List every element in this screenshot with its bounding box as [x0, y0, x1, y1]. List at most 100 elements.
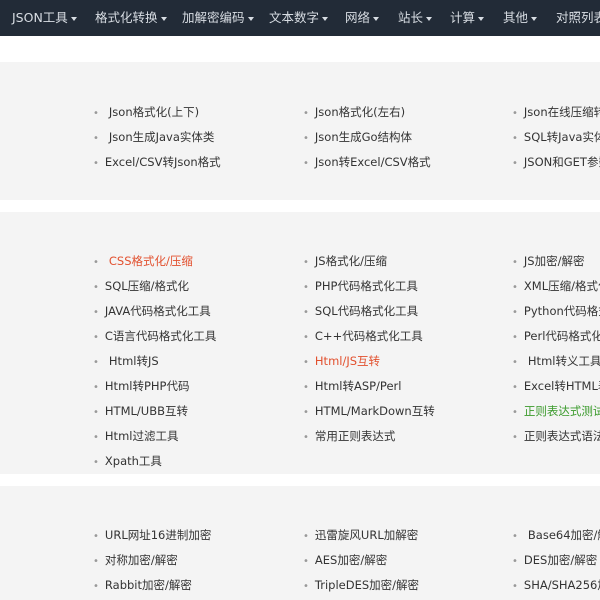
tool-link[interactable]: • JSON和GET参数 [512, 154, 600, 172]
tool-link[interactable]: • Perl代码格式化工具 [512, 328, 600, 346]
tool-link-label: HTML/UBB互转 [104, 404, 188, 418]
bullet-icon: • [93, 432, 99, 443]
bullet-icon: • [303, 407, 309, 418]
tool-link[interactable]: • SQL转Java实体类 [512, 129, 600, 147]
tool-link-label: JS加密/解密 [523, 254, 585, 268]
tool-link-label: HTML/MarkDown互转 [314, 404, 435, 418]
nav-menu-2[interactable]: 加解密编码 [182, 0, 254, 36]
tool-link[interactable]: • CSS格式化/压缩 [93, 253, 193, 271]
tool-link[interactable]: • Python代码格式化 [512, 303, 600, 321]
caret-down-icon [478, 16, 485, 21]
tool-link[interactable]: • Excel转HTML表格 [512, 378, 600, 396]
bullet-icon: • [303, 382, 309, 393]
nav-menu-0[interactable]: JSON工具 [12, 0, 77, 36]
tool-link[interactable]: • AES加密/解密 [303, 552, 387, 570]
tool-link[interactable]: • Html/JS互转 [303, 353, 380, 371]
bullet-icon: • [512, 158, 518, 169]
tool-link[interactable]: • PHP代码格式化工具 [303, 278, 418, 296]
tool-link[interactable]: • Xpath工具 [93, 453, 162, 471]
tool-link[interactable]: • HTML/MarkDown互转 [303, 403, 435, 421]
tool-link-label: Excel/CSV转Json格式 [104, 155, 221, 169]
top-navbar: JSON工具 格式化转换 加解密编码 文本数字 网络 站长 计算 其他 对照列表 [0, 0, 600, 36]
tool-link-label: SQL转Java实体类 [523, 130, 600, 144]
tool-link[interactable]: • Html转义工具 [512, 353, 600, 371]
bullet-icon: • [512, 407, 518, 418]
tool-link[interactable]: • Html转JS [93, 353, 159, 371]
bullet-icon: • [93, 407, 99, 418]
tool-link[interactable]: • C语言代码格式化工具 [93, 328, 216, 346]
tool-link[interactable]: • Json格式化(上下) [93, 104, 199, 122]
tool-link[interactable]: • Html转PHP代码 [93, 378, 189, 396]
nav-menu-3[interactable]: 文本数字 [269, 0, 329, 36]
bullet-icon: • [512, 531, 518, 542]
tool-link[interactable]: • HTML/UBB互转 [93, 403, 188, 421]
nav-menu-6[interactable]: 计算 [450, 0, 485, 36]
bullet-icon: • [512, 432, 518, 443]
tool-link[interactable]: • Html过滤工具 [93, 428, 178, 446]
tool-link-label: SQL压缩/格式化 [104, 279, 190, 293]
bullet-icon: • [93, 556, 99, 567]
bullet-icon: • [93, 133, 99, 144]
nav-menu-1[interactable]: 格式化转换 [95, 0, 167, 36]
nav-menu-8[interactable]: 对照列表 [556, 0, 600, 36]
bullet-icon: • [303, 556, 309, 567]
bullet-icon: • [93, 282, 99, 293]
bullet-icon: • [512, 282, 518, 293]
bullet-icon: • [303, 307, 309, 318]
tool-link[interactable]: • 正则表达式测试工具 [512, 403, 600, 421]
bullet-icon: • [93, 457, 99, 468]
tool-link[interactable]: • Html转ASP/Perl [303, 378, 401, 396]
tool-link[interactable]: • DES加密/解密 [512, 552, 597, 570]
tool-link-label: Json在线压缩转义 [523, 105, 600, 119]
tool-link[interactable]: • C++代码格式化工具 [303, 328, 423, 346]
tool-link[interactable]: • JAVA代码格式化工具 [93, 303, 211, 321]
nav-menu-label: 计算 [450, 10, 476, 25]
tool-link-label: 迅雷旋风URL加解密 [314, 528, 419, 542]
tool-link-label: Json转Excel/CSV格式 [314, 155, 431, 169]
tool-link[interactable]: • URL网址16进制加密 [93, 527, 211, 545]
bullet-icon: • [512, 332, 518, 343]
tool-link-label: PHP代码格式化工具 [314, 279, 418, 293]
tool-link-label: CSS格式化/压缩 [108, 254, 193, 268]
tool-link-label: Json生成Java实体类 [108, 130, 215, 144]
tool-link[interactable]: • 对称加密/解密 [93, 552, 178, 570]
top-gap [0, 36, 600, 62]
tool-link-label: TripleDES加密/解密 [314, 578, 420, 592]
tool-link-label: SHA/SHA256加密 [523, 578, 600, 592]
tool-link[interactable]: • SQL代码格式化工具 [303, 303, 418, 321]
tool-link[interactable]: • 迅雷旋风URL加解密 [303, 527, 418, 545]
tool-link[interactable]: • Base64加密/解密 [512, 527, 600, 545]
nav-menu-4[interactable]: 网络 [345, 0, 380, 36]
tool-link-label: Json生成Go结构体 [314, 130, 413, 144]
tool-link[interactable]: • TripleDES加密/解密 [303, 577, 419, 595]
tool-link[interactable]: • Json生成Java实体类 [93, 129, 214, 147]
tool-link[interactable]: • SQL压缩/格式化 [93, 278, 189, 296]
tool-link[interactable]: • Excel/CSV转Json格式 [93, 154, 221, 172]
tool-link[interactable]: • SHA/SHA256加密 [512, 577, 600, 595]
tool-link[interactable]: • Rabbit加密/解密 [93, 577, 192, 595]
tool-link-label: Excel转HTML表格 [523, 379, 600, 393]
bullet-icon: • [512, 382, 518, 393]
tool-link[interactable]: • JS加密/解密 [512, 253, 584, 271]
tool-link[interactable]: • Json转Excel/CSV格式 [303, 154, 431, 172]
tool-link-label: XML压缩/格式化 [523, 279, 600, 293]
bullet-icon: • [512, 581, 518, 592]
tool-link[interactable]: • XML压缩/格式化 [512, 278, 600, 296]
tool-link-label: DES加密/解密 [523, 553, 598, 567]
caret-down-icon [322, 16, 329, 21]
tool-link[interactable]: • 常用正则表达式 [303, 428, 395, 446]
nav-menu-7[interactable]: 其他 [503, 0, 538, 36]
nav-menu-5[interactable]: 站长 [398, 0, 433, 36]
tool-link[interactable]: • Json格式化(左右) [303, 104, 405, 122]
bullet-icon: • [303, 133, 309, 144]
tool-link-label: Html转ASP/Perl [314, 379, 402, 393]
bullet-icon: • [303, 282, 309, 293]
section-gap [0, 200, 600, 212]
tool-link[interactable]: • JS格式化/压缩 [303, 253, 387, 271]
tool-link[interactable]: • Json生成Go结构体 [303, 129, 412, 147]
tool-link-label: Html过滤工具 [104, 429, 179, 443]
tool-link-label: 正则表达式语法速查 [523, 429, 600, 443]
tool-link[interactable]: • Json在线压缩转义 [512, 104, 600, 122]
tool-link[interactable]: • 正则表达式语法速查 [512, 428, 600, 446]
tool-link-label: AES加密/解密 [314, 553, 388, 567]
